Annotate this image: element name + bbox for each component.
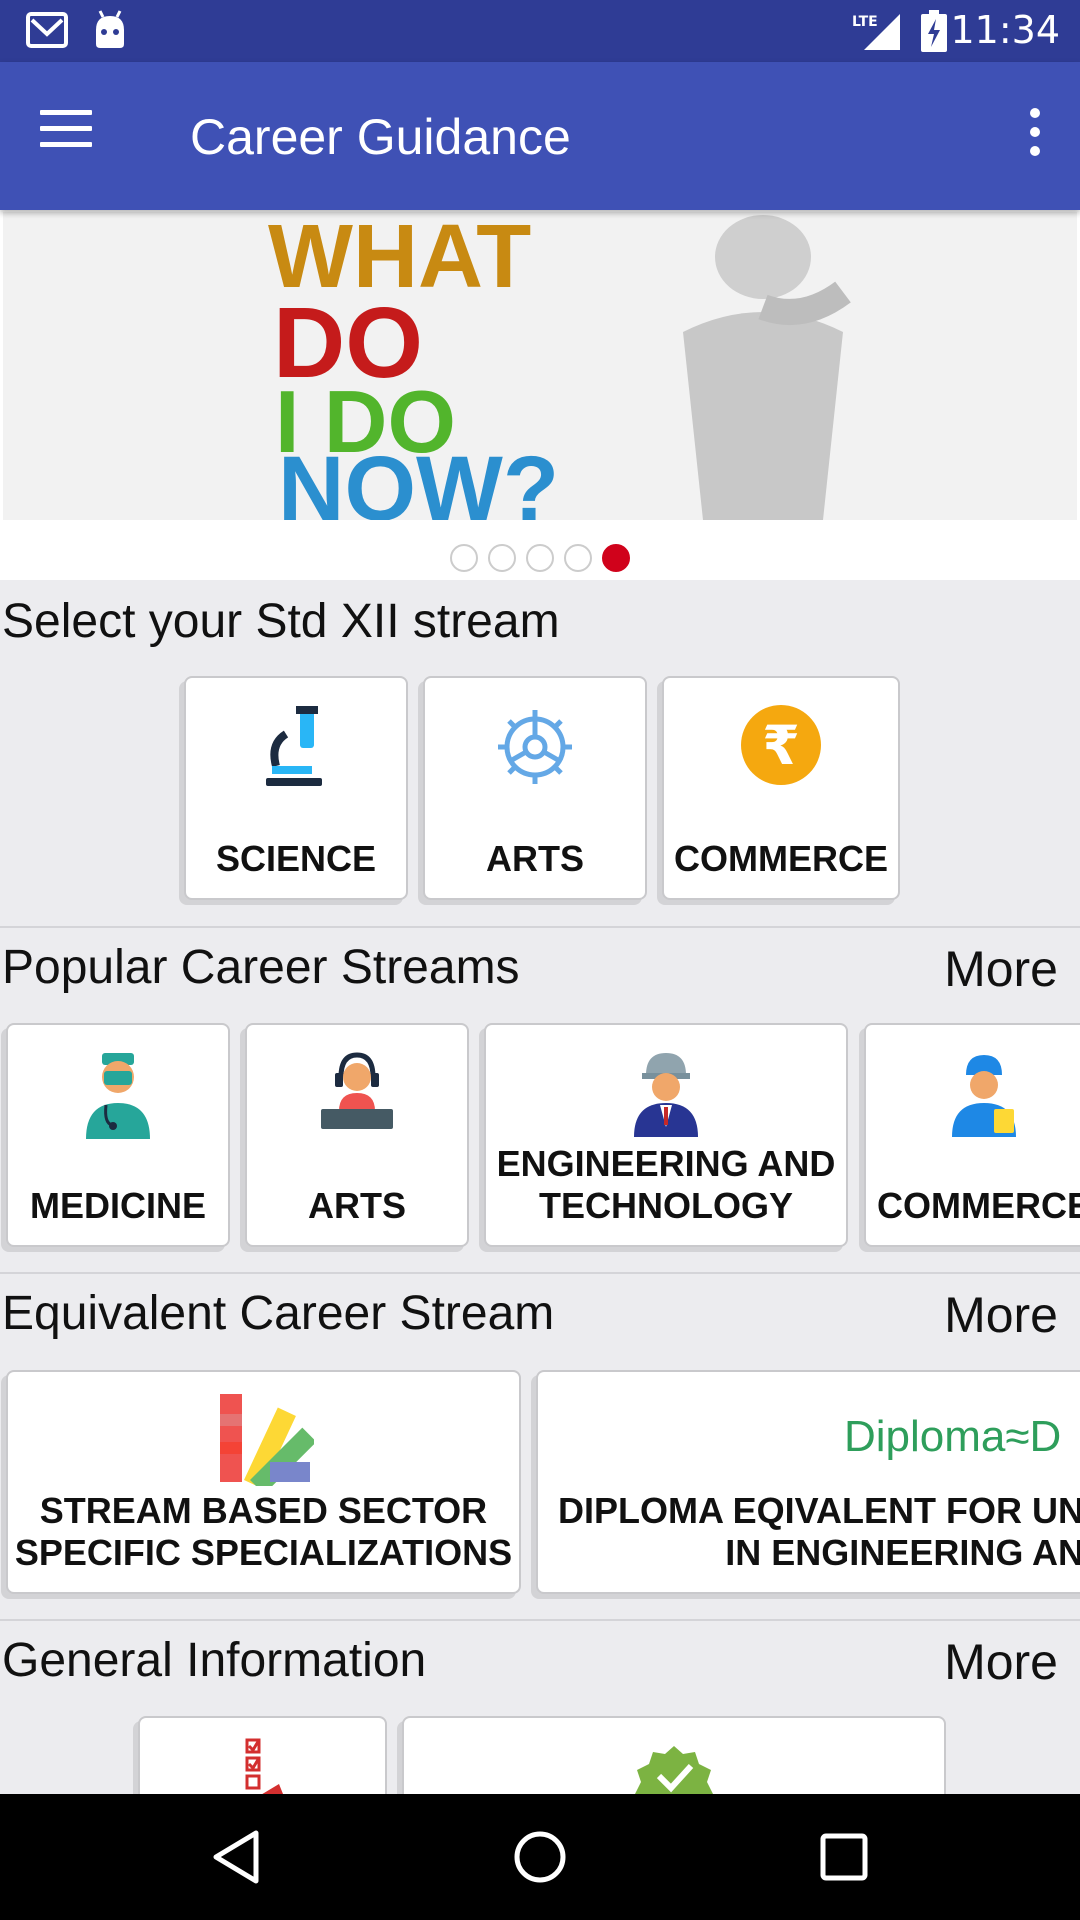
carousel-dot-active[interactable] <box>602 544 630 572</box>
navigation-bar <box>0 1794 1080 1920</box>
home-icon[interactable] <box>510 1827 570 1887</box>
card-label: ENGINEERING AND TECHNOLOGY <box>496 1143 836 1226</box>
equivalent-card-diploma[interactable]: Diploma≈D DIPLOMA EQIVALENT FOR UND IN E… <box>536 1370 1080 1594</box>
svg-text:₹: ₹ <box>762 714 800 777</box>
career-card-arts[interactable]: ARTS <box>245 1023 469 1247</box>
app-bar: Career Guidance <box>0 62 1080 210</box>
dj-icon <box>317 1047 397 1140</box>
section-title-general: General Information <box>2 1634 427 1687</box>
divider <box>0 1272 1080 1274</box>
section-title-equivalent: Equivalent Career Stream <box>2 1287 555 1340</box>
card-label: ARTS <box>308 1185 406 1226</box>
android-icon <box>92 10 128 55</box>
career-card-engineering[interactable]: ENGINEERING AND TECHNOLOGY <box>484 1023 848 1247</box>
card-label: COMMERCE <box>877 1185 1080 1226</box>
carousel-indicators <box>0 544 1080 572</box>
carousel-dot[interactable] <box>488 544 516 572</box>
equivalent-card-stream-based[interactable]: STREAM BASED SECTOR SPECIFIC SPECIALIZAT… <box>6 1370 521 1594</box>
more-link-equivalent[interactable]: More <box>944 1286 1058 1344</box>
status-bar: LTE 11:34 <box>0 0 1080 62</box>
battery-charging-icon <box>920 10 948 57</box>
stream-card-science[interactable]: SCIENCE <box>184 676 408 900</box>
stream-card-arts[interactable]: ARTS <box>423 676 647 900</box>
card-label: SCIENCE <box>215 838 377 879</box>
gmail-icon <box>26 12 68 55</box>
stream-card-commerce[interactable]: ₹ COMMERCE <box>662 676 900 900</box>
more-link-general[interactable]: More <box>944 1633 1058 1691</box>
engineer-icon <box>626 1047 706 1142</box>
back-icon[interactable] <box>206 1827 266 1887</box>
card-label: DIPLOMA EQIVALENT FOR UND IN ENGINEERING… <box>558 1490 1080 1573</box>
clock: 11:34 <box>950 8 1060 52</box>
doctor-icon <box>78 1049 158 1144</box>
divider <box>0 926 1080 928</box>
worker-icon <box>944 1047 1024 1142</box>
card-label: MEDICINE <box>29 1185 206 1226</box>
section-title-stream: Select your Std XII stream <box>2 595 560 648</box>
carousel-dot[interactable] <box>564 544 592 572</box>
overflow-menu-icon[interactable] <box>1020 108 1050 168</box>
carousel-dot[interactable] <box>450 544 478 572</box>
section-title-popular: Popular Career Streams <box>2 941 520 994</box>
carousel-dot[interactable] <box>526 544 554 572</box>
banner-image[interactable]: WHAT DO I DO NOW? <box>3 212 1077 520</box>
divider <box>0 1619 1080 1621</box>
recents-icon[interactable] <box>814 1827 874 1887</box>
career-card-commerce[interactable]: COMMERCE <box>864 1023 1080 1247</box>
color-swatch-icon <box>214 1390 316 1495</box>
more-link-popular[interactable]: More <box>944 940 1058 998</box>
microscope-icon <box>256 704 336 799</box>
career-card-medicine[interactable]: MEDICINE <box>6 1023 230 1247</box>
card-label: ARTS <box>486 838 584 879</box>
diploma-logo-text: Diploma≈D <box>844 1412 1062 1461</box>
page-title: Career Guidance <box>190 109 571 165</box>
svg-text:NOW?: NOW? <box>278 438 559 520</box>
card-label: COMMERCE <box>674 838 888 879</box>
banner-carousel: WHAT DO I DO NOW? <box>0 210 1080 580</box>
gear-icon <box>490 700 580 799</box>
rupee-icon: ₹ <box>740 704 822 791</box>
hamburger-menu-icon[interactable] <box>40 110 100 162</box>
lte-signal-icon: LTE <box>850 10 902 57</box>
lte-label: LTE <box>852 14 878 30</box>
card-label: STREAM BASED SECTOR SPECIFIC SPECIALIZAT… <box>14 1490 513 1573</box>
